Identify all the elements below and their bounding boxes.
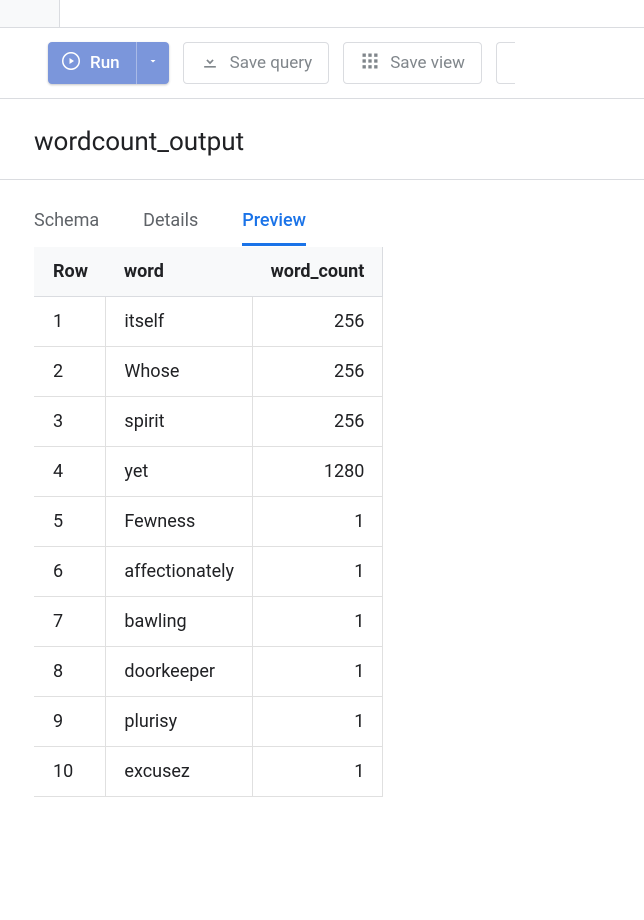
cell-word_count: 1 xyxy=(253,597,383,647)
table-header-row: Row word word_count xyxy=(35,247,383,297)
toolbar: Run Save query Save view xyxy=(0,28,644,99)
table-row: 9plurisy1 xyxy=(35,697,383,747)
cell-word: Fewness xyxy=(106,497,253,547)
cell-word_count: 1280 xyxy=(253,447,383,497)
cell-row: 2 xyxy=(35,347,106,397)
table-row: 6affectionately1 xyxy=(35,547,383,597)
cell-row: 4 xyxy=(35,447,106,497)
cell-word_count: 1 xyxy=(253,747,383,797)
run-button[interactable]: Run xyxy=(48,42,136,84)
cell-row: 1 xyxy=(35,297,106,347)
run-button-label: Run xyxy=(90,53,120,73)
cell-word: doorkeeper xyxy=(106,647,253,697)
table-row: 2Whose256 xyxy=(35,347,383,397)
tab-preview[interactable]: Preview xyxy=(242,210,306,246)
cell-row: 10 xyxy=(35,747,106,797)
header-word: word xyxy=(106,247,253,297)
caret-down-icon xyxy=(147,55,159,71)
run-dropdown[interactable] xyxy=(136,42,169,84)
header-row: Row xyxy=(35,247,106,297)
cell-word_count: 1 xyxy=(253,497,383,547)
page-title: wordcount_output xyxy=(0,99,644,180)
cell-word_count: 1 xyxy=(253,697,383,747)
cell-word: affectionately xyxy=(106,547,253,597)
cell-row: 8 xyxy=(35,647,106,697)
save-view-button[interactable]: Save view xyxy=(343,42,482,84)
cell-word_count: 1 xyxy=(253,647,383,697)
header-word-count: word_count xyxy=(253,247,383,297)
cell-word: itself xyxy=(106,297,253,347)
table-row: 10excusez1 xyxy=(35,747,383,797)
cell-row: 9 xyxy=(35,697,106,747)
cell-row: 7 xyxy=(35,597,106,647)
cell-word_count: 256 xyxy=(253,347,383,397)
tab-schema[interactable]: Schema xyxy=(34,210,99,246)
cell-word: spirit xyxy=(106,397,253,447)
cell-word: yet xyxy=(106,447,253,497)
cell-row: 5 xyxy=(35,497,106,547)
cell-word_count: 256 xyxy=(253,397,383,447)
tabs: Schema Details Preview xyxy=(0,180,644,247)
grid-icon xyxy=(360,51,380,76)
cell-row: 6 xyxy=(35,547,106,597)
save-query-button[interactable]: Save query xyxy=(183,42,330,84)
table-row: 5Fewness1 xyxy=(35,497,383,547)
cell-word_count: 1 xyxy=(253,547,383,597)
save-view-label: Save view xyxy=(390,53,465,73)
cell-word: excusez xyxy=(106,747,253,797)
cell-word: plurisy xyxy=(106,697,253,747)
run-button-group: Run xyxy=(48,42,169,84)
cell-word: Whose xyxy=(106,347,253,397)
cell-word_count: 256 xyxy=(253,297,383,347)
top-strip-tab[interactable] xyxy=(0,0,60,27)
table-row: 8doorkeeper1 xyxy=(35,647,383,697)
more-button[interactable] xyxy=(496,42,515,84)
tab-details[interactable]: Details xyxy=(143,210,198,246)
preview-table: Row word word_count 1itself2562Whose2563… xyxy=(34,247,383,797)
table-row: 4yet1280 xyxy=(35,447,383,497)
play-icon xyxy=(62,52,80,75)
download-icon xyxy=(200,51,220,76)
cell-row: 3 xyxy=(35,397,106,447)
table-wrap: Row word word_count 1itself2562Whose2563… xyxy=(0,247,644,797)
table-row: 1itself256 xyxy=(35,297,383,347)
save-query-label: Save query xyxy=(230,53,313,73)
table-row: 7bawling1 xyxy=(35,597,383,647)
table-row: 3spirit256 xyxy=(35,397,383,447)
cell-word: bawling xyxy=(106,597,253,647)
top-strip xyxy=(0,0,644,28)
